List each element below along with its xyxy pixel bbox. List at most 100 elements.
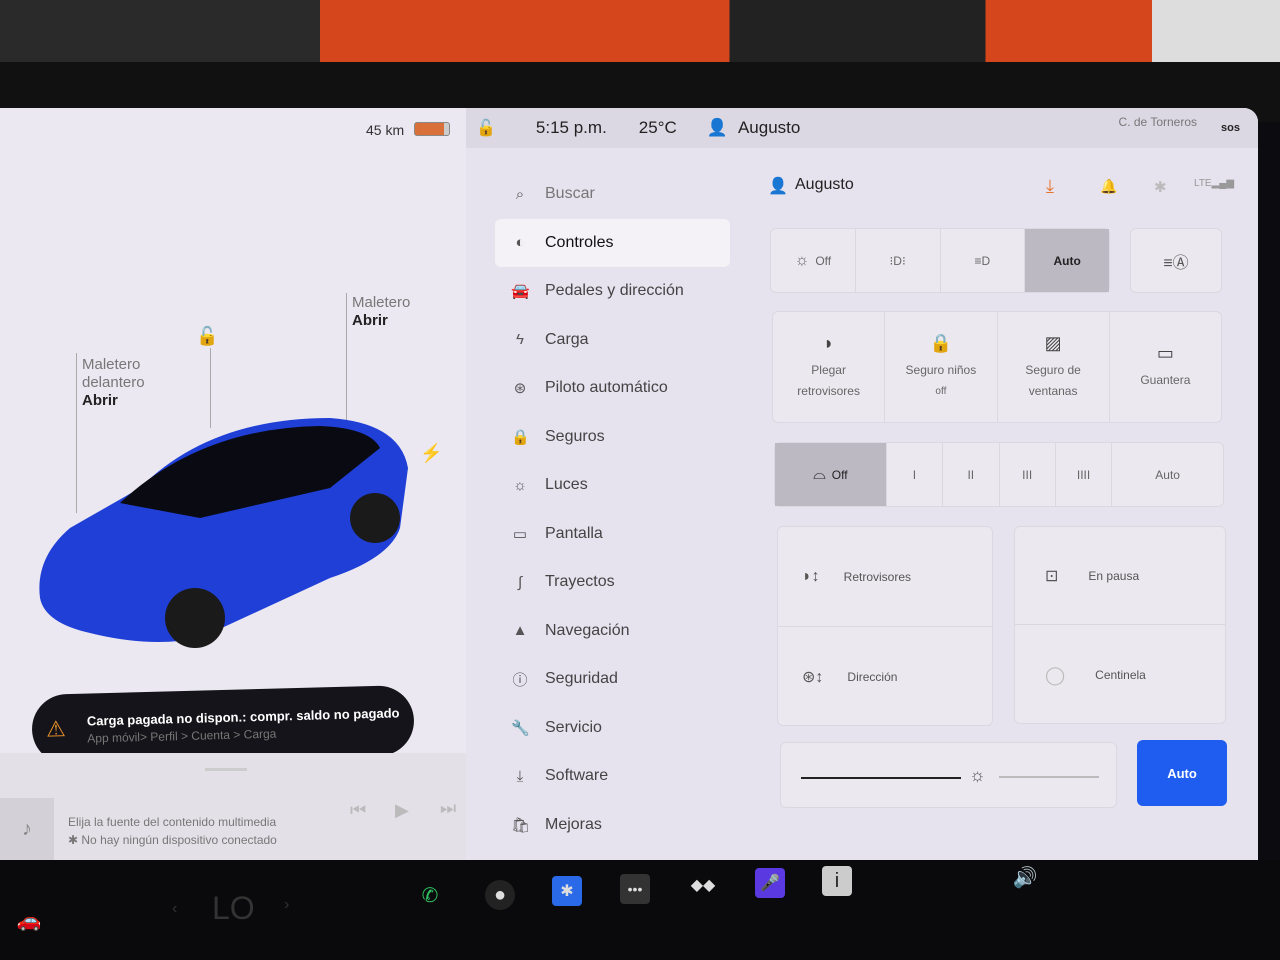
menu-item-trayectos[interactable]: ∫ Trayectos — [495, 558, 730, 607]
phone-icon[interactable]: ✆ — [415, 880, 445, 910]
frunk-label: Maletero delantero — [82, 356, 145, 391]
wiper-label: II — [967, 467, 975, 482]
battery-icon — [414, 122, 450, 136]
tile-label: Guantera — [1140, 373, 1191, 387]
lights-off-button[interactable]: ☼ Off — [771, 229, 856, 292]
dashcam-button[interactable]: ⊡ En pausa — [1015, 527, 1225, 625]
menu-label: Carga — [545, 330, 589, 348]
steering-wheel-icon: ⊛ — [513, 380, 527, 398]
download-icon: ⤓ — [516, 767, 524, 785]
car-panel: 45 km Maletero delantero Abrir Maletero … — [0, 108, 466, 860]
low-beam-button[interactable]: ≡D — [941, 229, 1026, 292]
volume-icon[interactable]: 🔊 — [1010, 862, 1040, 892]
window-lock-button[interactable]: ▨ Seguro de ventanas — [998, 312, 1110, 422]
sentry-button[interactable]: ◯ Centinela — [1015, 625, 1225, 725]
karaoke-icon[interactable]: 🎤 — [755, 868, 785, 898]
glovebox-button[interactable]: ▭ Guantera — [1110, 312, 1221, 422]
play-icon[interactable]: ▶ — [395, 800, 409, 821]
wiper-speed-1[interactable]: I — [887, 443, 944, 506]
media-source-text[interactable]: Elija la fuente del contenido multimedia — [68, 815, 276, 829]
steering-adjust-button[interactable]: ⊛↕ Dirección — [778, 627, 992, 727]
mirrors-adjust-button[interactable]: ◗↕ Retrovisores — [778, 527, 992, 627]
wiper-speed-2[interactable]: II — [943, 443, 1000, 506]
more-apps-icon[interactable]: ••• — [620, 874, 650, 904]
status-bar: 🔓 5:15 p.m. 25°C 👤 Augusto C. de Tornero… — [466, 108, 1258, 148]
fold-mirrors-button[interactable]: ◗ Plegar retrovisores — [773, 312, 886, 422]
sos-button[interactable]: sos — [1221, 122, 1240, 134]
menu-item-seguridad[interactable]: ⓘ Seguridad — [495, 655, 730, 704]
frunk-control[interactable]: Maletero delantero Abrir — [82, 356, 162, 410]
menu-item-navegacion[interactable]: ▲ Navegación — [495, 607, 730, 656]
tile-label: ventanas — [1028, 383, 1078, 398]
brightness-slider[interactable]: ☼ — [780, 742, 1117, 808]
brightness-sun-icon[interactable]: ☼ — [969, 765, 986, 786]
temp-up-icon[interactable]: › — [284, 896, 289, 914]
bolt-icon: ϟ — [516, 331, 524, 349]
trunk-open[interactable]: Abrir — [352, 312, 410, 330]
mirror-icon: ◗ — [823, 332, 835, 353]
wiper-speed-4[interactable]: IIII — [1056, 443, 1113, 506]
manual-icon[interactable]: i — [822, 866, 852, 896]
car-image — [39, 418, 408, 648]
wipers-off-button[interactable]: ⌓ Off — [775, 443, 887, 506]
parking-lights-button[interactable]: ⁝D⁝ — [856, 229, 941, 292]
menu-label: Seguridad — [545, 670, 618, 688]
wiper-speed-3[interactable]: III — [1000, 443, 1056, 506]
tidal-icon[interactable]: ◆◆ — [688, 870, 718, 900]
menu-label: Trayectos — [545, 573, 615, 591]
unlock-icon[interactable]: 🔓 — [196, 326, 218, 347]
media-device-text: No hay ningún dispositivo conectado — [81, 833, 277, 847]
next-track-icon[interactable]: ⏭ — [440, 798, 456, 819]
previous-track-icon[interactable]: ⏮ — [350, 800, 366, 821]
wiper-label: Off — [831, 467, 848, 482]
temp-down-icon[interactable]: ‹ — [172, 900, 177, 918]
auto-high-beam-button[interactable]: ≡Ⓐ — [1130, 228, 1222, 293]
brightness-auto-button[interactable]: Auto — [1137, 740, 1227, 806]
profile-name[interactable]: Augusto — [795, 176, 854, 194]
menu-label: Luces — [545, 476, 588, 494]
menu-item-pantalla[interactable]: ▭ Pantalla — [495, 510, 730, 559]
music-note-icon[interactable]: ♪ — [0, 798, 54, 860]
menu-item-carga[interactable]: ϟ Carga — [495, 316, 730, 365]
download-update-icon[interactable]: ⤓ — [1046, 176, 1054, 197]
dashcam-label: En pausa — [1088, 568, 1140, 583]
menu-item-seguros[interactable]: 🔒 Seguros — [495, 413, 730, 462]
wiper-label: I — [912, 467, 917, 482]
lock-status-icon[interactable]: 🔓 — [476, 118, 496, 138]
background-scene — [0, 0, 1280, 70]
trips-icon: ∫ — [517, 573, 523, 591]
charge-port-icon[interactable]: ⚡ — [420, 443, 442, 464]
dashcam-icon: ⊡ — [1045, 567, 1059, 585]
menu-item-controles[interactable]: ◐ Controles — [495, 218, 730, 267]
toggle-icon: ◐ — [515, 234, 525, 252]
menu-item-luces[interactable]: ☼ Luces — [495, 461, 730, 510]
bluetooth-app-icon[interactable]: ✱ — [552, 876, 582, 906]
menu-item-piloto[interactable]: ⊛ Piloto automático — [495, 364, 730, 413]
drag-handle[interactable] — [205, 768, 247, 771]
camera-app-icon[interactable]: ● — [485, 880, 515, 910]
menu-label: Controles — [545, 233, 614, 251]
bag-icon: 🛍 — [511, 816, 531, 834]
menu-label: Software — [545, 767, 609, 785]
bell-icon[interactable]: 🔔 — [1100, 178, 1117, 195]
menu-item-pedales[interactable]: 🚘 Pedales y dirección — [495, 267, 730, 316]
menu-label: Pantalla — [545, 524, 603, 542]
menu-item-servicio[interactable]: 🔧 Servicio — [495, 704, 730, 753]
wiper-label: IIII — [1076, 467, 1091, 482]
tile-label: Seguro de — [1025, 362, 1081, 377]
menu-label: Navegación — [545, 621, 630, 639]
search-field[interactable]: ⌕ Buscar — [495, 170, 730, 219]
wipers-auto-button[interactable]: Auto — [1112, 443, 1223, 506]
media-player: ♪ Elija la fuente del contenido multimed… — [0, 753, 466, 860]
climate-temp[interactable]: LO — [212, 890, 255, 927]
car-icon[interactable]: 🚗 — [14, 905, 44, 935]
bluetooth-icon[interactable]: ✱ — [1154, 178, 1167, 196]
menu-item-mejoras[interactable]: 🛍 Mejoras — [495, 801, 730, 850]
child-lock-button[interactable]: 🔒 Seguro niños off — [885, 312, 998, 422]
user-icon: 👤 — [768, 178, 788, 195]
lights-auto-button[interactable]: Auto — [1025, 229, 1109, 292]
profile-name[interactable]: Augusto — [738, 118, 800, 138]
menu-item-software[interactable]: ⤓ Software — [495, 752, 730, 801]
location-text: C. de Torneros — [1118, 115, 1198, 129]
trunk-control[interactable]: Maletero Abrir — [352, 294, 410, 330]
